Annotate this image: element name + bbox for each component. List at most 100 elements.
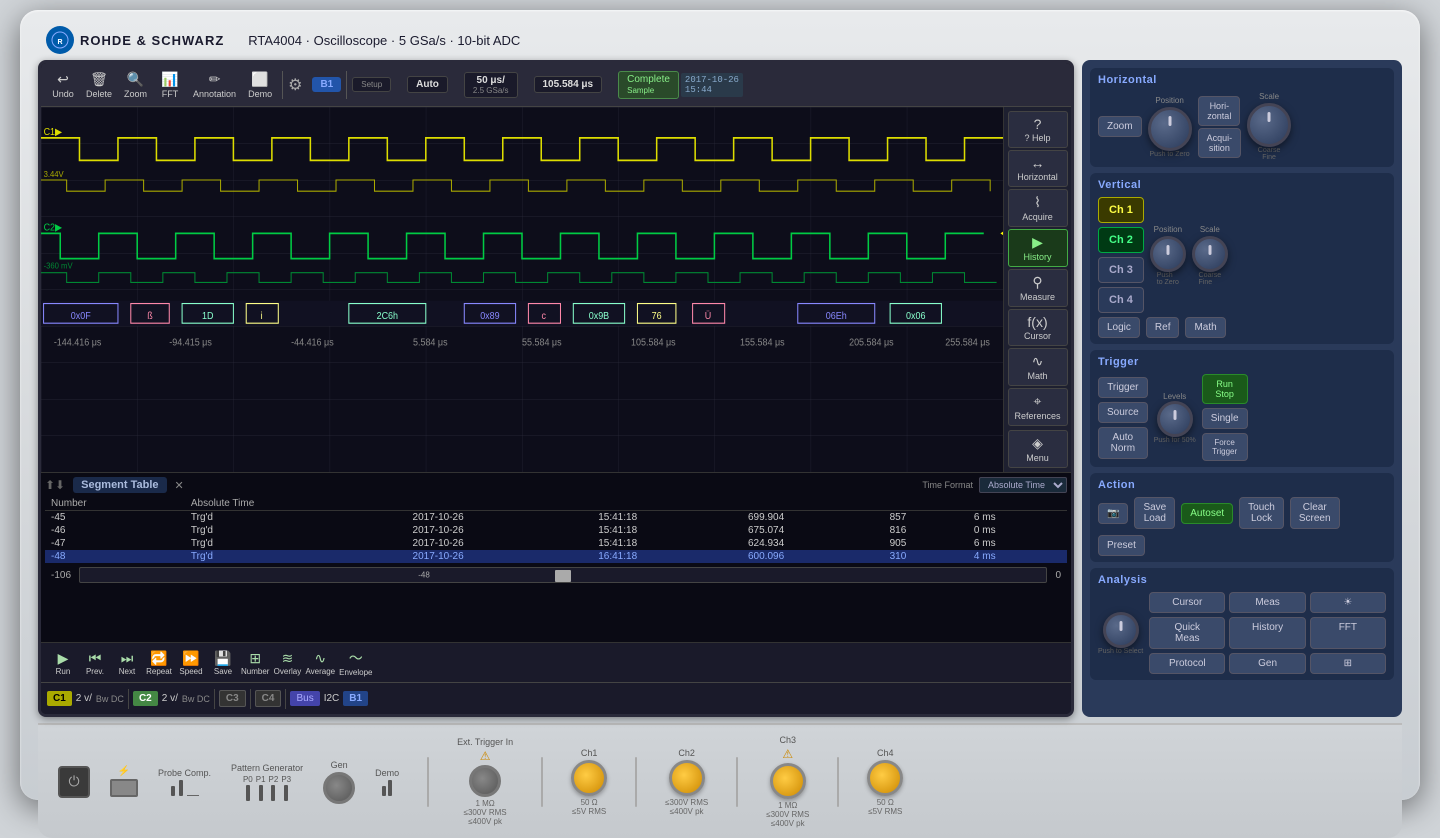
quick-meas-button[interactable]: Quick Meas: [1149, 617, 1225, 649]
ch2-button[interactable]: Ch 2: [1098, 227, 1144, 253]
position-knob[interactable]: [1148, 107, 1192, 151]
ch1-button[interactable]: Ch 1: [1098, 197, 1144, 223]
measure-button[interactable]: ⚲ Measure: [1008, 269, 1068, 307]
ref-button[interactable]: Ref: [1146, 317, 1180, 338]
run-stop-button[interactable]: Run Stop: [1202, 374, 1248, 404]
table-row[interactable]: -46 Trg'd 2017-10-26 15:41:18 675.074 81…: [45, 524, 1067, 537]
p3-label: P3: [281, 775, 291, 784]
setup-box[interactable]: Setup: [352, 77, 391, 92]
auto-norm-button[interactable]: Auto Norm: [1098, 427, 1148, 459]
fft-analysis-button[interactable]: FFT: [1310, 617, 1386, 649]
p3-pin: [284, 785, 288, 801]
source-button[interactable]: Source: [1098, 402, 1148, 423]
probe-pin-1: [171, 786, 175, 796]
clear-screen-button[interactable]: Clear Screen: [1290, 497, 1340, 529]
zoom-ctrl-button[interactable]: Zoom: [1098, 116, 1142, 137]
scale-knob[interactable]: [1247, 103, 1291, 147]
history-button[interactable]: ▶ History: [1008, 229, 1068, 267]
number-button[interactable]: ⊞ Number: [241, 650, 269, 676]
ch3-button[interactable]: Ch 3: [1098, 257, 1144, 283]
oscilloscope: R ROHDE & SCHWARZ RTA4004 · Oscilloscope…: [20, 10, 1420, 800]
svg-text:0x89: 0x89: [480, 310, 499, 321]
fft-button[interactable]: 📊 FFT: [154, 69, 186, 101]
b1-indicator[interactable]: B1: [343, 691, 368, 706]
math-ctrl-button[interactable]: Math: [1185, 317, 1225, 338]
grid-button[interactable]: ⊞: [1310, 653, 1386, 674]
ch1-spec: 50 Ω≤5V RMS: [572, 798, 606, 816]
table-row[interactable]: -47 Trg'd 2017-10-26 15:41:18 624.934 90…: [45, 537, 1067, 550]
help-button[interactable]: ? ? Help: [1008, 111, 1068, 148]
logic-button[interactable]: Logic: [1098, 317, 1140, 338]
action-title: Action: [1098, 479, 1386, 491]
svg-text:205.584 μs: 205.584 μs: [849, 336, 894, 347]
camera-button[interactable]: 📷: [1098, 503, 1128, 524]
menu-button[interactable]: ◈ Menu: [1008, 430, 1068, 468]
usb-icon: ⚡: [118, 766, 130, 777]
envelope-button[interactable]: 〜 Envelope: [339, 648, 372, 677]
acquire-button[interactable]: ⌇ Acquire: [1008, 189, 1068, 227]
average-button[interactable]: ∿ Average: [305, 650, 335, 676]
c2-indicator[interactable]: C2: [133, 691, 158, 706]
svg-text:155.584 μs: 155.584 μs: [740, 336, 785, 347]
ch1-connector: [571, 760, 607, 796]
scale-col: Scale CoarseFine: [1247, 92, 1291, 161]
autoset-button[interactable]: Autoset: [1181, 503, 1233, 524]
zoom-button[interactable]: 🔍 Zoom: [119, 69, 152, 101]
settings-icon[interactable]: ⚙: [288, 75, 302, 95]
time-format-select[interactable]: Absolute Time Relative Time: [979, 477, 1067, 493]
c1-indicator[interactable]: C1: [47, 691, 72, 706]
cursor-analysis-button[interactable]: Cursor: [1149, 592, 1225, 613]
probe-pin-2: [179, 780, 183, 796]
single-button[interactable]: Single: [1202, 408, 1248, 429]
gen-analysis-button[interactable]: Gen: [1229, 653, 1305, 674]
overlay-button[interactable]: ≋ Overlay: [273, 650, 301, 676]
c4-indicator[interactable]: C4: [255, 690, 282, 707]
ch2-spec: ≤300V RMS≤400V pk: [665, 798, 708, 816]
table-row[interactable]: -45 Trg'd 2017-10-26 15:41:18 699.904 85…: [45, 511, 1067, 525]
save-button[interactable]: 💾 Save: [209, 650, 237, 676]
speed-button[interactable]: ⏩ Speed: [177, 650, 205, 676]
repeat-button[interactable]: 🔁 Repeat: [145, 650, 173, 676]
separator-1: [282, 71, 283, 99]
preset-button[interactable]: Preset: [1098, 535, 1145, 556]
model-info: RTA4004 · Oscilloscope · 5 GSa/s · 10-bi…: [248, 33, 520, 48]
ch4-button[interactable]: Ch 4: [1098, 287, 1144, 313]
history-analysis-button[interactable]: History: [1229, 617, 1305, 649]
trigger-mode-box: Auto: [407, 76, 448, 93]
vert-scale-knob[interactable]: [1192, 236, 1228, 272]
force-trigger-button[interactable]: Force Trigger: [1202, 433, 1248, 461]
demo-pin-1: [382, 786, 386, 796]
bus-indicator[interactable]: Bus: [290, 691, 319, 706]
save-load-button[interactable]: Save Load: [1134, 497, 1175, 529]
horizontal-panel-button[interactable]: ↔ Horizontal: [1008, 150, 1068, 187]
levels-knob[interactable]: [1157, 401, 1193, 437]
next-button[interactable]: ⏭ Next: [113, 650, 141, 676]
demo-button[interactable]: ⬜ Demo: [243, 69, 277, 101]
trigger-button[interactable]: Trigger: [1098, 377, 1148, 398]
segment-table-area: ⬆⬇ Segment Table ✕ Time Format Absolute …: [41, 472, 1071, 642]
undo-button[interactable]: ↩ Undo: [47, 69, 79, 101]
cursor-button[interactable]: f(x) Cursor: [1008, 309, 1068, 346]
math-button[interactable]: ∿ Math: [1008, 348, 1068, 386]
table-row-selected[interactable]: -48 Trg'd 2017-10-26 16:41:18 600.096 31…: [45, 550, 1067, 563]
run-button[interactable]: ▶ Run: [49, 650, 77, 676]
segment-close-button[interactable]: ✕: [175, 479, 184, 492]
prev-button[interactable]: ⏮ Prev.: [81, 650, 109, 676]
c3-indicator[interactable]: C3: [219, 690, 246, 707]
protocol-button[interactable]: Protocol: [1149, 653, 1225, 674]
acquisition-ctrl-button[interactable]: Acqui- sition: [1198, 128, 1242, 158]
horizontal-ctrl-button[interactable]: Hori- zontal: [1198, 96, 1240, 126]
vert-position-knob[interactable]: [1150, 236, 1186, 272]
power-button[interactable]: ⏻: [58, 766, 90, 798]
horizontal-icon: ↔: [1011, 155, 1065, 171]
analysis-knob[interactable]: [1103, 612, 1139, 648]
annotation-button[interactable]: ✏ Annotation: [188, 69, 241, 101]
brightness-button[interactable]: ☀: [1310, 592, 1386, 613]
waveform-display[interactable]: 0x0F ß 1D i 2C6h 0x89 c 0: [41, 107, 1003, 472]
delete-button[interactable]: 🗑 Delete: [81, 69, 117, 101]
touch-lock-button[interactable]: Touch Lock: [1239, 497, 1284, 529]
segment-collapse-icon[interactable]: ⬆⬇: [45, 478, 65, 492]
coarse-fine-label: CoarseFine: [1258, 147, 1281, 161]
references-button[interactable]: ⌖ References: [1008, 388, 1068, 426]
meas-button[interactable]: Meas: [1229, 592, 1305, 613]
